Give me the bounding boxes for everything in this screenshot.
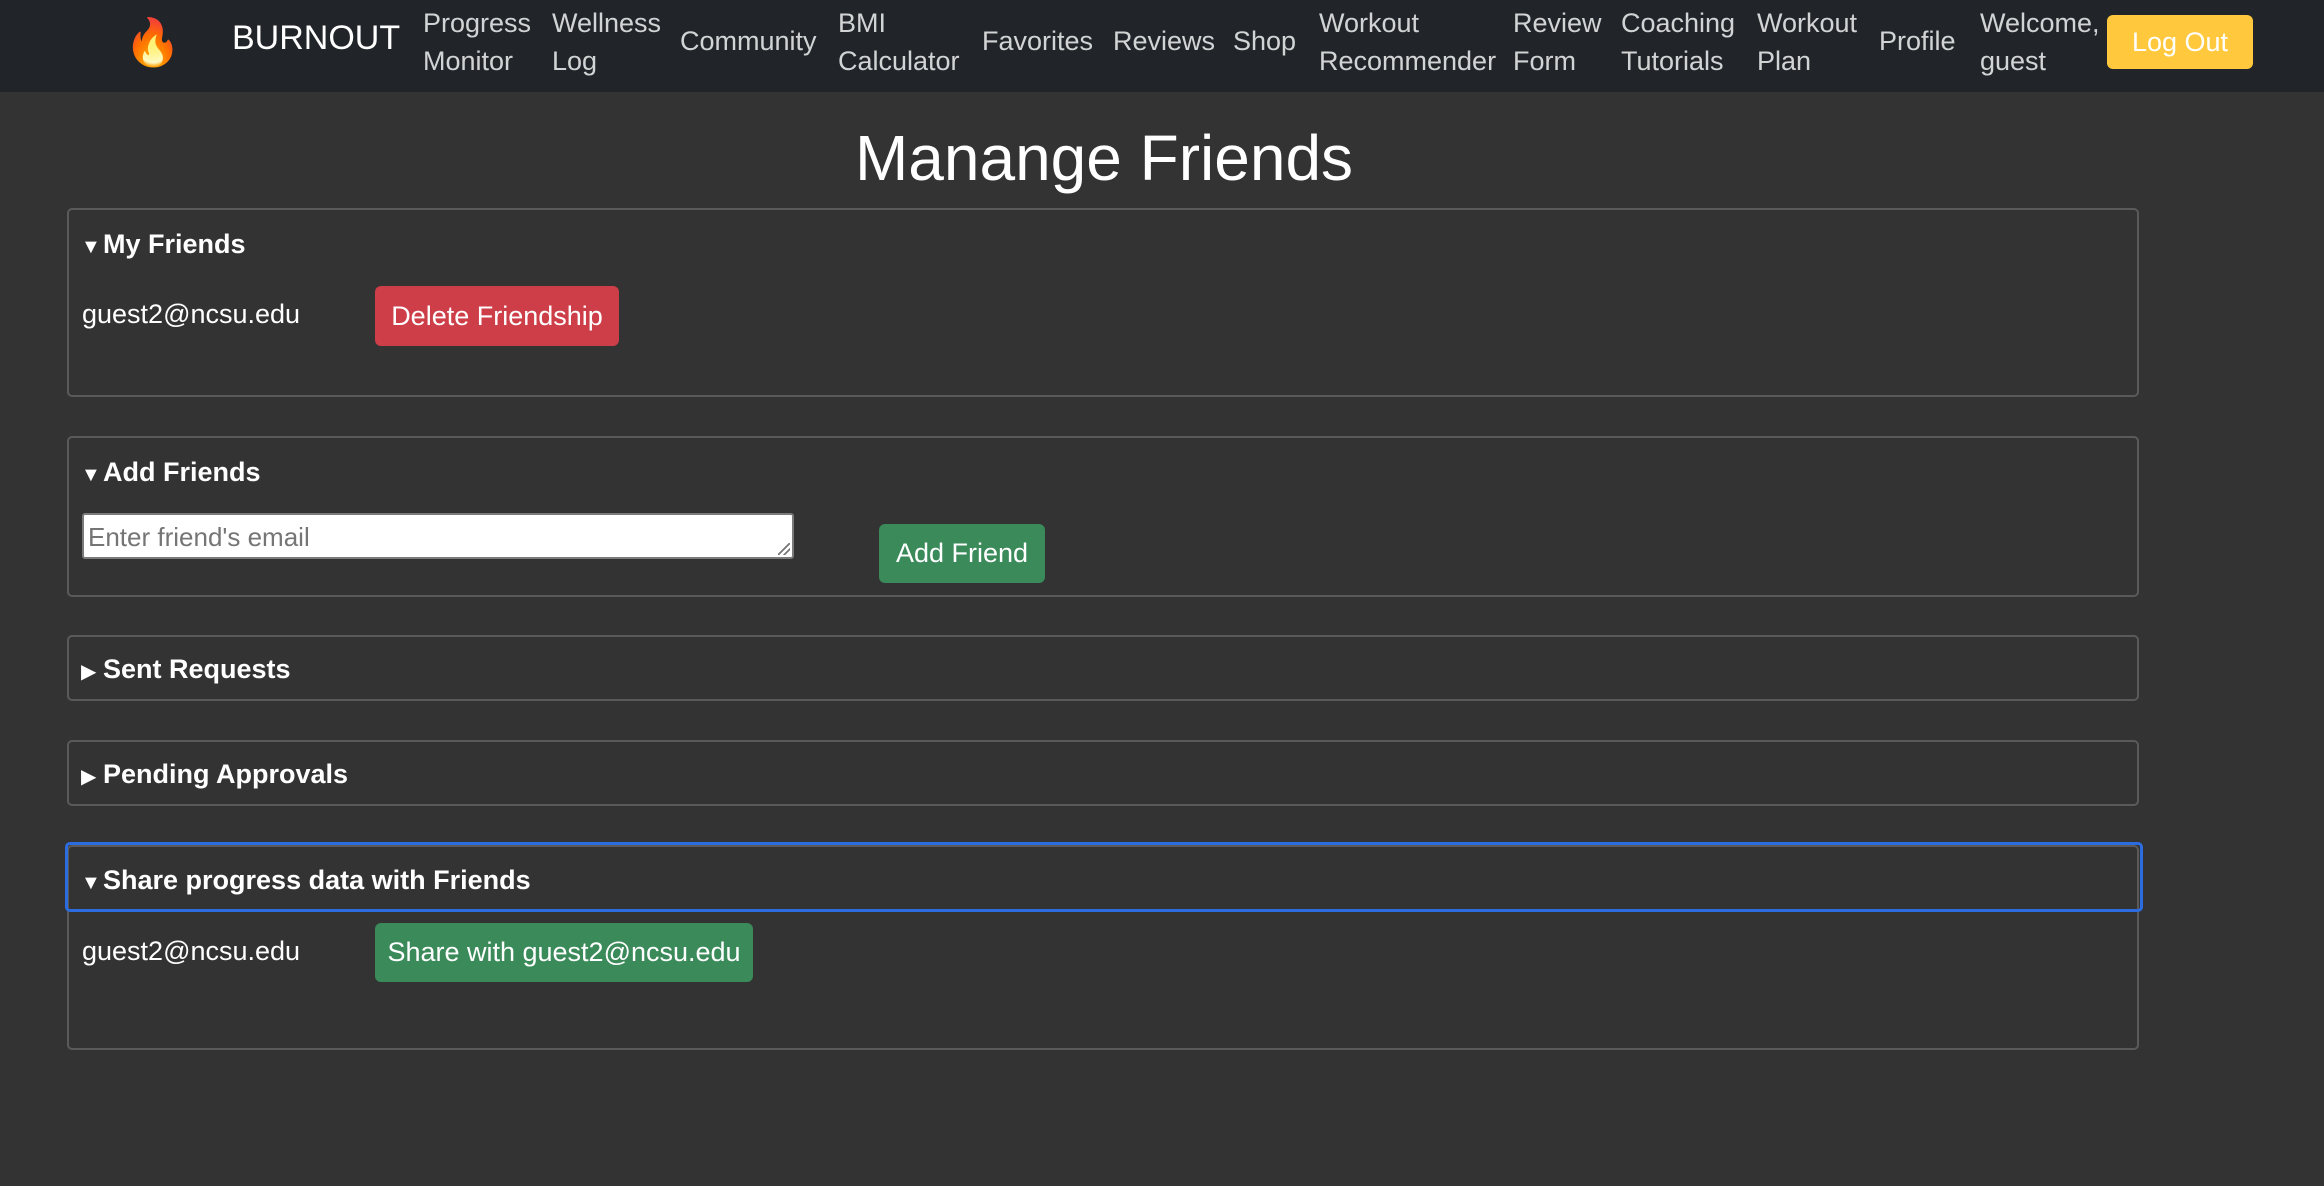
expanded-triangle-icon: ▼ <box>81 464 101 486</box>
logout-button[interactable]: Log Out <box>2107 15 2253 69</box>
brand-name[interactable]: BURNOUT <box>232 18 400 58</box>
my-friends-toggle[interactable]: ▼My Friends <box>81 228 246 263</box>
nav-progress-monitor[interactable]: Progress Monitor <box>423 4 531 80</box>
my-friends-title: My Friends <box>103 229 246 259</box>
nav-favorites[interactable]: Favorites <box>982 22 1093 60</box>
pending-approvals-title: Pending Approvals <box>103 759 349 789</box>
resize-handle-icon[interactable] <box>778 543 790 555</box>
nav-profile[interactable]: Profile <box>1879 22 1956 60</box>
delete-friendship-button[interactable]: Delete Friendship <box>375 286 619 346</box>
nav-reviews[interactable]: Reviews <box>1113 22 1215 60</box>
add-friend-button[interactable]: Add Friend <box>879 524 1045 583</box>
nav-shop[interactable]: Shop <box>1233 22 1296 60</box>
pending-approvals-section: ▶ Pending Approvals <box>67 740 2139 806</box>
share-friend-email: guest2@ncsu.edu <box>82 936 301 966</box>
nav-workout-recommender[interactable]: Workout Recommender <box>1319 4 1496 80</box>
nav-review-form[interactable]: Review Form <box>1513 4 1602 80</box>
welcome-text: Welcome, guest <box>1980 8 2100 76</box>
friend-email-placeholder: Enter friend's email <box>88 522 310 552</box>
nav-bmi-calculator[interactable]: BMI Calculator <box>838 4 960 80</box>
collapsed-triangle-icon: ▶ <box>81 766 97 788</box>
friend-email-input[interactable]: Enter friend's email <box>82 513 794 559</box>
sent-requests-section: ▶ Sent Requests <box>67 635 2139 701</box>
nav-wellness-log[interactable]: Wellness Log <box>552 4 661 80</box>
nav-community[interactable]: Community <box>680 22 817 60</box>
nav-coaching-tutorials[interactable]: Coaching Tutorials <box>1621 4 1735 80</box>
add-friends-toggle[interactable]: ▼Add Friends <box>81 456 261 491</box>
friend-email: guest2@ncsu.edu <box>82 299 301 329</box>
expanded-triangle-icon: ▼ <box>81 236 101 258</box>
add-friends-title: Add Friends <box>103 457 261 487</box>
focus-ring <box>65 842 2143 912</box>
nav-workout-plan[interactable]: Workout Plan <box>1757 4 1857 80</box>
page-title: Manange Friends <box>854 122 1354 194</box>
fire-icon[interactable]: 🔥 <box>124 14 181 70</box>
sent-requests-toggle[interactable]: ▶ Sent Requests <box>81 653 291 688</box>
add-friends-section: ▼Add Friends Enter friend's email Add Fr… <box>67 436 2139 597</box>
collapsed-triangle-icon: ▶ <box>81 661 97 683</box>
my-friends-section: ▼My Friends guest2@ncsu.edu Delete Frien… <box>67 208 2139 397</box>
top-navbar: 🔥 BURNOUT Progress Monitor Wellness Log … <box>0 0 2324 92</box>
pending-approvals-toggle[interactable]: ▶ Pending Approvals <box>81 758 348 793</box>
share-progress-button[interactable]: Share with guest2@ncsu.edu <box>375 923 753 982</box>
sent-requests-title: Sent Requests <box>103 654 291 684</box>
